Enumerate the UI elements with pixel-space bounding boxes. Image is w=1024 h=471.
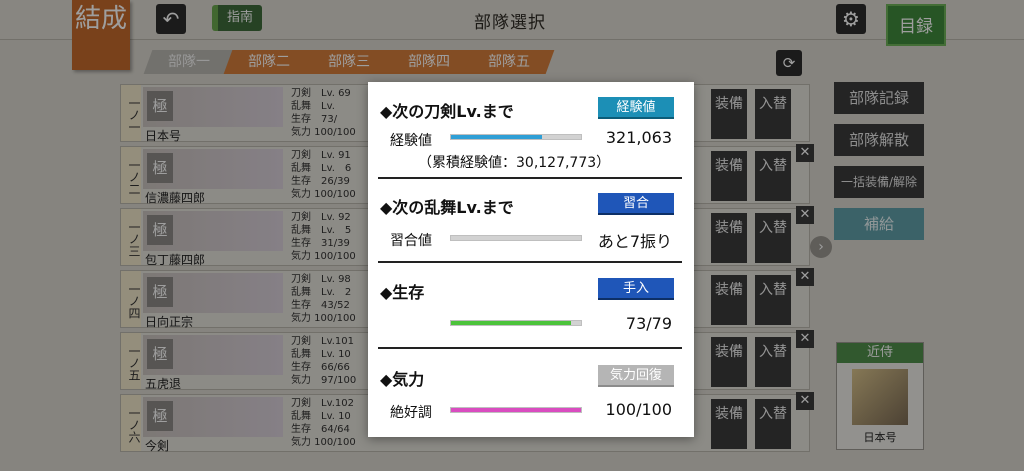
exp-bar xyxy=(450,134,582,140)
spirit-bar xyxy=(450,407,582,413)
exp-label: 経験値 xyxy=(390,133,432,149)
cumulative-exp: （累積経験値：30,127,773） xyxy=(418,155,611,171)
divider xyxy=(378,347,682,349)
exp-value: 321,063 xyxy=(605,128,672,147)
divider xyxy=(378,261,682,263)
status-popup: ◆次の刀剣Lv.まで 経験値 経験値 321,063 （累積経験値：30,127… xyxy=(368,82,694,437)
merge-bar xyxy=(450,235,582,241)
merge-label: 習合値 xyxy=(390,233,432,249)
exp-section-title: ◆次の刀剣Lv.まで xyxy=(380,102,514,121)
spirit-label: 絶好調 xyxy=(390,405,432,421)
spirit-recover-button[interactable]: 気力回復 xyxy=(598,365,674,387)
merge-value: あと7振り xyxy=(597,232,672,251)
divider xyxy=(378,177,682,179)
spirit-section-title: ◆気力 xyxy=(380,370,425,389)
merge-button[interactable]: 習合 xyxy=(598,193,674,215)
repair-button[interactable]: 手入 xyxy=(598,278,674,300)
ranbu-section-title: ◆次の乱舞Lv.まで xyxy=(380,198,514,217)
survival-bar xyxy=(450,320,582,326)
survival-value: 73/79 xyxy=(625,314,672,333)
spirit-value: 100/100 xyxy=(605,400,672,419)
exp-button[interactable]: 経験値 xyxy=(598,97,674,119)
survival-section-title: ◆生存 xyxy=(380,283,425,302)
